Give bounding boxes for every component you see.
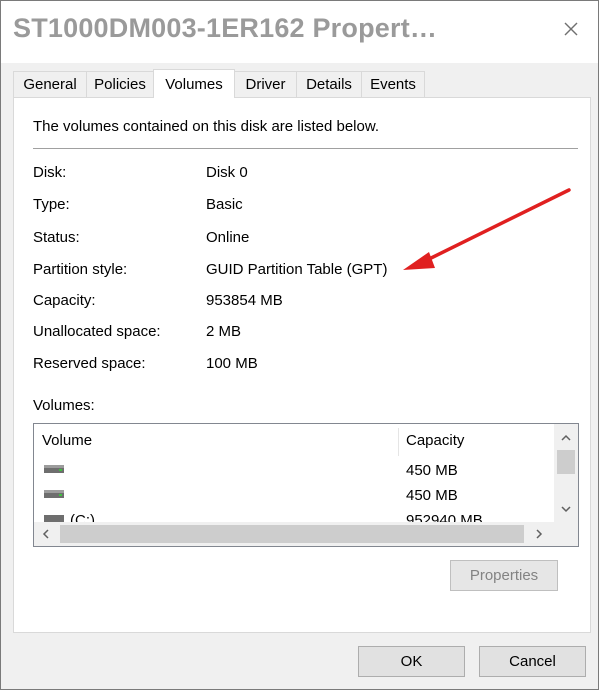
vertical-scroll-thumb[interactable] (557, 450, 575, 474)
scroll-right-button[interactable] (530, 525, 548, 543)
disk-value: Disk 0 (206, 164, 248, 181)
disk-drive-icon (44, 515, 64, 522)
status-value: Online (206, 229, 250, 246)
disk-label: Disk: (33, 164, 67, 181)
volume-properties-button[interactable]: Properties (450, 560, 558, 591)
capacity-value: 953854 MB (206, 292, 283, 309)
volumes-panel: The volumes contained on this disk are l… (13, 97, 591, 633)
chevron-left-icon (42, 529, 49, 539)
scroll-up-button[interactable] (554, 428, 578, 446)
volume-capacity: 450 MB (406, 487, 458, 504)
partition-style-label: Partition style: (33, 261, 128, 278)
chevron-right-icon (535, 529, 542, 539)
close-button[interactable] (544, 1, 598, 57)
volume-name: (C:) (70, 512, 95, 522)
annotation-arrow-icon (403, 188, 571, 270)
scrollbar-corner (554, 522, 578, 546)
column-header-volume[interactable]: Volume (34, 424, 398, 456)
tab-events[interactable]: Events (361, 71, 425, 97)
close-icon (564, 22, 578, 36)
tab-driver[interactable]: Driver (234, 71, 297, 97)
scroll-left-button[interactable] (36, 525, 54, 543)
unallocated-value: 2 MB (206, 323, 242, 340)
ok-button[interactable]: OK (358, 646, 465, 677)
intro-text: The volumes contained on this disk are l… (33, 118, 380, 135)
volumes-list-label: Volumes: (33, 397, 95, 414)
separator (33, 148, 578, 149)
column-header-capacity[interactable]: Capacity (398, 424, 554, 456)
reserved-value: 100 MB (206, 355, 258, 372)
capacity-label: Capacity: (33, 292, 96, 309)
volume-capacity: 450 MB (406, 462, 458, 479)
cancel-button[interactable]: Cancel (479, 646, 586, 677)
volume-row[interactable]: 450 MB (34, 458, 554, 483)
title-bar[interactable]: ST1000DM003-1ER162 Propert… (1, 1, 598, 63)
tab-general[interactable]: General (13, 71, 87, 97)
vertical-scrollbar[interactable] (554, 424, 578, 522)
volume-row[interactable]: (C:) 952940 MB (34, 512, 554, 522)
type-label: Type: (33, 196, 70, 213)
unallocated-label: Unallocated space: (33, 323, 161, 340)
tab-volumes[interactable]: Volumes (153, 69, 235, 98)
window-title: ST1000DM003-1ER162 Propert… (13, 13, 438, 43)
volume-row[interactable]: 450 MB (34, 483, 554, 508)
status-label: Status: (33, 229, 80, 246)
tab-details[interactable]: Details (296, 71, 362, 97)
reserved-label: Reserved space: (33, 355, 146, 372)
volume-capacity: 952940 MB (406, 512, 483, 522)
partition-style-value: GUID Partition Table (GPT) (206, 261, 388, 278)
chevron-down-icon (561, 505, 571, 512)
tab-policies[interactable]: Policies (86, 71, 154, 97)
scroll-down-button[interactable] (554, 500, 578, 518)
properties-dialog: ST1000DM003-1ER162 Propert… General Poli… (0, 0, 599, 690)
volumes-list[interactable]: Volume Capacity 450 MB 450 MB (C:) 95294… (33, 423, 579, 547)
disk-drive-icon (44, 490, 64, 498)
horizontal-scrollbar[interactable] (34, 522, 578, 546)
chevron-up-icon (561, 434, 571, 441)
disk-drive-icon (44, 465, 64, 473)
horizontal-scroll-thumb[interactable] (60, 525, 524, 543)
type-value: Basic (206, 196, 243, 213)
